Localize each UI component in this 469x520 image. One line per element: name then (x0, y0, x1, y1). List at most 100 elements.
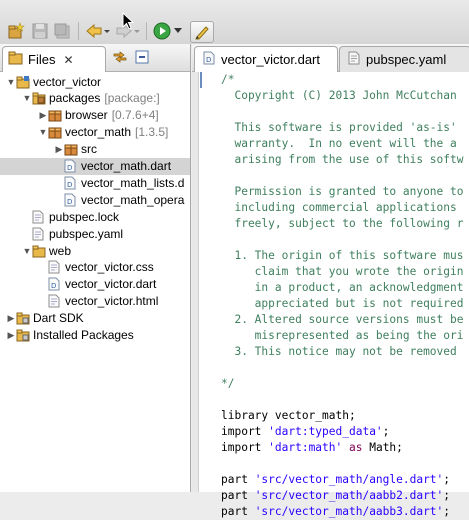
code-line: in a product, an acknowledgment (221, 280, 464, 296)
package-icon (64, 142, 78, 156)
run-dropdown-icon[interactable] (172, 21, 184, 41)
code-token: Permission is granted to anyone to (221, 185, 464, 198)
code-line: /* (221, 72, 463, 88)
dart-file-icon: D (203, 51, 215, 68)
code-token: Math; (362, 441, 403, 454)
chevron-down-icon[interactable]: ▼ (22, 246, 32, 256)
editor-tab-vector-victor-dart[interactable]: D vector_victor.dart (194, 46, 338, 72)
svg-text:D: D (67, 198, 72, 206)
tree-item-label: vector_victor (33, 74, 102, 89)
tree-item[interactable]: pubspec.yaml (0, 225, 190, 242)
overview-ruler[interactable] (192, 72, 199, 492)
code-line: arising from the use of this softw (221, 152, 463, 168)
tree-item-label: pubspec.lock (49, 209, 120, 224)
code-token: including commercial applications (221, 201, 457, 214)
code-token: 'dart:typed_data' (268, 425, 383, 438)
svg-text:D: D (206, 56, 211, 64)
tree-item[interactable]: Dvector_victor.dart (0, 276, 190, 293)
pen-icon[interactable] (190, 21, 214, 43)
tree-item[interactable]: ▶ browser [0.7.6+4] (0, 107, 190, 124)
editor-tab-pubspec-yaml[interactable]: pubspec.yaml (339, 46, 469, 72)
code-token: library vector_math; (221, 409, 356, 422)
library-icon (16, 311, 30, 325)
code-line: */ (221, 376, 463, 392)
chevron-right-icon[interactable]: ▶ (6, 313, 16, 324)
code-token: ; (443, 505, 451, 518)
code-token: ; (443, 473, 451, 486)
library-icon (16, 328, 30, 342)
editor-tabbar: D vector_victor.dart pubspec.yaml (192, 44, 469, 72)
dart-file-icon: D (64, 193, 78, 207)
tree-item[interactable]: ▼ vector_math [1.3.5] (0, 124, 190, 141)
chevron-down-icon[interactable]: ▼ (6, 77, 16, 87)
tree-item-version: [0.7.6+4] (111, 108, 159, 123)
tree-item[interactable]: pubspec.lock (0, 208, 190, 225)
code-line: warranty. In no event will the a (221, 136, 463, 152)
code-token: 'dart:math' (268, 441, 343, 454)
tree-item-label: web (49, 243, 72, 258)
code-editor: D vector_victor.dart pubspec.yaml /* Cop… (192, 44, 469, 518)
chevron-down-icon[interactable]: ▼ (22, 93, 32, 103)
tree-item-label: vector_victor.dart (65, 277, 157, 292)
close-icon[interactable]: ✕ (63, 53, 73, 67)
code-token: part (221, 505, 255, 518)
file-icon (32, 227, 46, 241)
code-token: 2. Altered source versions must be (221, 313, 464, 326)
dart-file-icon: D (64, 159, 78, 173)
tree-item[interactable]: ▼ web (0, 242, 190, 259)
run-icon[interactable] (152, 21, 172, 41)
code-token: /* (221, 73, 235, 86)
package-icon (48, 108, 62, 122)
svg-text:D: D (67, 181, 72, 189)
code-token: arising from the use of this softw (221, 153, 464, 166)
dart-file-icon: D (48, 277, 62, 291)
tree-item-label: vector_victor.css (65, 260, 154, 275)
save-all-icon[interactable] (52, 21, 72, 41)
tree-item[interactable]: Dvector_math.dart (0, 157, 190, 175)
collapse-all-icon[interactable] (134, 49, 150, 65)
code-line: part 'src/vector_math/aabb3.dart'; (221, 504, 463, 520)
code-text[interactable]: /* Copyright (C) 2013 John McCutchan Thi… (221, 72, 463, 520)
editor-tab-label: pubspec.yaml (366, 52, 447, 67)
tree-item-label: Dart SDK (33, 311, 84, 326)
current-line-marker (200, 72, 202, 88)
code-line: misrepresented as being the ori (221, 328, 464, 344)
save-icon[interactable] (30, 21, 50, 41)
files-view-tabbar: Files ✕ (0, 44, 190, 72)
link-with-editor-icon[interactable] (112, 49, 128, 65)
code-token: 3. This notice may not be removed (221, 345, 457, 358)
tree-item[interactable]: Dvector_math_lists.d (0, 174, 190, 191)
files-tab[interactable]: Files ✕ (2, 46, 106, 72)
tree-item[interactable]: Dvector_math_opera (0, 191, 190, 208)
code-token: */ (221, 377, 235, 390)
tree-item[interactable]: ▼ vector_victor (0, 73, 190, 90)
tree-item-label: vector_math_lists.d (81, 175, 185, 190)
tree-item[interactable]: ▶ Dart SDK (0, 310, 190, 327)
code-token: claim that you wrote the origin (221, 265, 464, 278)
code-token: warranty. In no event will the a (221, 137, 457, 150)
tree-item-label: vector_math_opera (81, 192, 185, 207)
tree-item[interactable]: vector_victor.css (0, 259, 190, 276)
chevron-right-icon[interactable]: ▶ (6, 330, 16, 341)
files-view-icon (8, 51, 24, 68)
chevron-right-icon[interactable]: ▶ (54, 144, 64, 155)
tree-item[interactable]: vector_victor.html (0, 293, 190, 310)
chevron-down-icon[interactable]: ▼ (38, 127, 48, 137)
tree-item-label: packages (49, 91, 101, 106)
code-token: This software is provided 'as-is' (221, 121, 457, 134)
tree-item[interactable]: ▼ packages [package:] (0, 90, 190, 107)
back-icon[interactable] (84, 21, 112, 41)
new-project-icon[interactable] (6, 21, 26, 41)
code-token: import (221, 441, 269, 454)
tree-item[interactable]: ▶ src (0, 141, 190, 158)
chevron-right-icon[interactable]: ▶ (38, 110, 48, 121)
tree-item[interactable]: ▶ Installed Packages (0, 327, 190, 344)
mouse-cursor-icon (122, 11, 135, 33)
